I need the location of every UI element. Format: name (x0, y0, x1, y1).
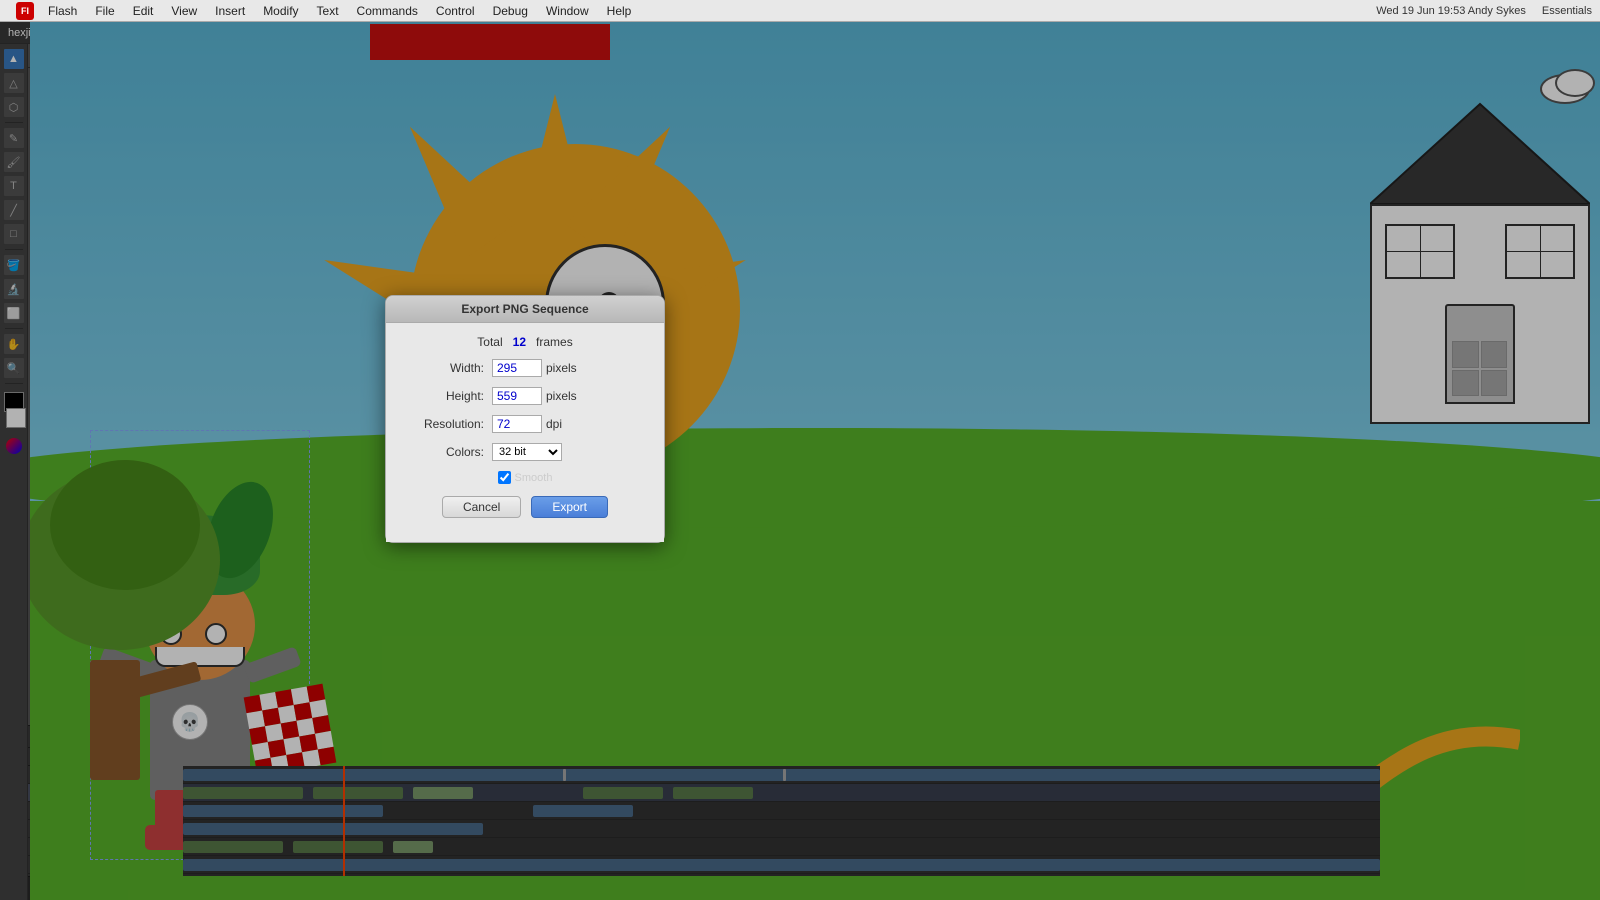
menu-debug[interactable]: Debug (485, 2, 536, 20)
width-label: Width: (402, 361, 492, 375)
menu-items: Flash File Edit View Insert Modify Text … (40, 2, 639, 20)
width-input[interactable] (492, 359, 542, 377)
width-unit: pixels (546, 361, 577, 375)
total-value: 12 (513, 335, 526, 349)
frames-label: frames (536, 335, 573, 349)
resolution-input[interactable] (492, 415, 542, 433)
dialog-buttons: Cancel Export (402, 496, 648, 530)
menu-insert[interactable]: Insert (207, 2, 253, 20)
total-row: Total 12 frames (402, 335, 648, 349)
resolution-unit: dpi (546, 417, 562, 431)
app-icon: Fl (16, 2, 34, 20)
resolution-row: Resolution: dpi (402, 415, 648, 433)
height-input[interactable] (492, 387, 542, 405)
menu-window[interactable]: Window (538, 2, 597, 20)
menu-edit[interactable]: Edit (125, 2, 162, 20)
height-unit: pixels (546, 389, 577, 403)
cancel-button[interactable]: Cancel (442, 496, 521, 518)
dialog-titlebar: Export PNG Sequence (386, 296, 664, 323)
datetime-display: Wed 19 Jun 19:53 Andy Sykes (1376, 5, 1526, 17)
menu-file[interactable]: File (87, 2, 122, 20)
menu-commands[interactable]: Commands (349, 2, 426, 20)
dialog-title: Export PNG Sequence (461, 302, 588, 316)
smooth-checkbox[interactable] (498, 471, 511, 484)
menu-control[interactable]: Control (428, 2, 483, 20)
dialog-body: Total 12 frames Width: pixels Height: pi… (386, 323, 664, 542)
menu-help[interactable]: Help (599, 2, 640, 20)
height-row: Height: pixels (402, 387, 648, 405)
colors-label: Colors: (402, 445, 492, 459)
export-dialog: Export PNG Sequence Total 12 frames Widt… (385, 295, 665, 543)
smooth-row: Smooth (402, 471, 648, 484)
dialog-overlay: Export PNG Sequence Total 12 frames Widt… (0, 0, 1600, 900)
height-label: Height: (402, 389, 492, 403)
menubar-right: Wed 19 Jun 19:53 Andy Sykes Essentials (1376, 5, 1592, 17)
export-button[interactable]: Export (531, 496, 608, 518)
menu-view[interactable]: View (163, 2, 205, 20)
width-row: Width: pixels (402, 359, 648, 377)
essentials-label[interactable]: Essentials (1542, 5, 1592, 17)
resolution-label: Resolution: (402, 417, 492, 431)
menubar: Fl Flash File Edit View Insert Modify Te… (0, 0, 1600, 22)
smooth-label[interactable]: Smooth (515, 472, 553, 484)
total-label: Total (477, 335, 502, 349)
menu-modify[interactable]: Modify (255, 2, 306, 20)
colors-row: Colors: 32 bit 24 bit 8 bit (402, 443, 648, 461)
menu-text[interactable]: Text (309, 2, 347, 20)
menu-flash[interactable]: Flash (40, 2, 85, 20)
colors-select[interactable]: 32 bit 24 bit 8 bit (492, 443, 562, 461)
